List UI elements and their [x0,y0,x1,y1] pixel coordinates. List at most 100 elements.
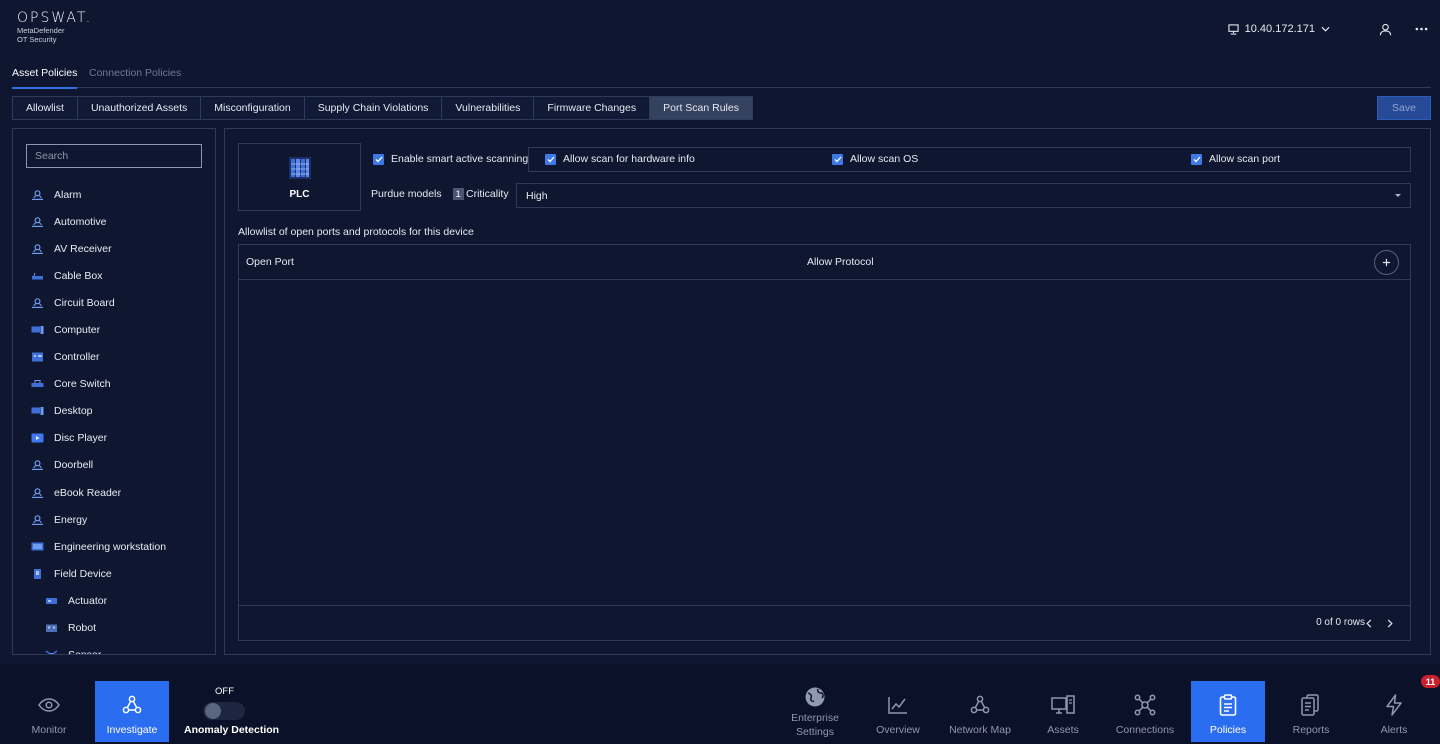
ip-selector[interactable]: 10.40.172.171 [1228,23,1330,35]
list-item-label: Computer [54,324,101,337]
policy-tabs: Asset Policies Connection Policies [12,62,1431,89]
list-item[interactable]: Doorbell [13,452,215,479]
list-item[interactable]: Core Switch [13,371,215,398]
nav-network-map[interactable]: Network Map [943,681,1017,742]
list-item[interactable]: eBook Reader [13,479,215,506]
list-item[interactable]: Circuit Board [13,289,215,316]
anomaly-label: Anomaly Detection [184,724,280,736]
tab-connection-policies[interactable]: Connection Policies [89,67,181,87]
list-item-label: Disc Player [54,432,108,445]
criticality-label: Criticality [466,188,509,200]
anomaly-toggle[interactable] [203,702,245,720]
nav-policies-label: Policies [1209,724,1247,736]
save-button[interactable]: Save [1377,96,1431,120]
list-item-label: Energy [54,513,88,526]
list-item-label: Circuit Board [54,296,115,309]
list-item-label: Alarm [54,188,82,201]
nav-overview-label: Overview [876,724,920,736]
search-input[interactable] [26,144,202,168]
tab-port-scan-rules[interactable]: Port Scan Rules [650,96,753,120]
nav-enterprise-settings[interactable]: Enterprise Settings [778,681,852,742]
os-scan-label: Allow scan OS [850,153,919,165]
nav-assets-label: Assets [1047,724,1079,736]
tab-asset-policies[interactable]: Asset Policies [12,67,78,89]
purdue-models: Purdue models 1 [371,188,464,200]
nav-monitor-label: Monitor [31,724,67,736]
nav-connections-label: Connections [1115,724,1175,736]
tab-firmware-changes[interactable]: Firmware Changes [534,96,651,120]
list-item-label: Doorbell [54,459,94,472]
selected-device-card: PLC [238,143,361,211]
rule-tabs: Allowlist Unauthorized Assets Misconfigu… [12,96,753,120]
port-scan-rules-panel: PLC Enable smart active scanning Allow s… [224,128,1431,655]
toggle-knob [205,703,221,719]
eye-icon [38,693,60,717]
add-row-button[interactable] [1374,250,1399,275]
nav-reports[interactable]: Reports [1274,681,1348,742]
hardware-scan-checkbox[interactable]: Allow scan for hardware info [545,153,695,165]
list-item[interactable]: Field Device [13,560,215,587]
nav-alerts-label: Alerts [1380,724,1408,736]
user-device-icon [31,189,44,200]
brand-name: OPSWAT. [17,10,93,26]
nav-policies[interactable]: Policies [1191,681,1265,742]
list-item-label: Robot [68,622,97,635]
list-item[interactable]: Automotive [13,208,215,235]
port-scan-label: Allow scan port [1209,153,1281,165]
list-item[interactable]: Disc Player [13,425,215,452]
product-line-2: OT Security [17,35,57,44]
opswat-logo[interactable]: OPSWAT. MetaDefender OT Security [17,10,92,44]
field-device-icon [31,568,44,579]
port-scan-checkbox[interactable]: Allow scan port [1191,153,1280,165]
list-item-label: Field Device [54,567,112,580]
list-item[interactable]: Robot [13,615,215,642]
list-item[interactable]: Alarm [13,181,215,208]
next-page-icon[interactable] [1383,616,1397,630]
computer-icon [31,406,44,416]
nav-monitor[interactable]: Monitor [12,681,86,742]
lightning-icon [1385,693,1403,717]
os-scan-checkbox[interactable]: Allow scan OS [832,153,918,165]
smart-scan-label: Enable smart active scanning [391,153,529,165]
checkmark-icon [1191,153,1202,165]
list-item[interactable]: Actuator [13,587,215,614]
clipboard-icon [1219,693,1237,717]
nav-overview[interactable]: Overview [861,681,935,742]
nav-investigate[interactable]: Investigate [95,681,169,742]
globe-icon [804,685,826,709]
user-device-icon [31,487,44,498]
prev-page-icon[interactable] [1362,616,1376,630]
list-item[interactable]: Desktop [13,398,215,425]
checkmark-icon [545,153,556,165]
list-item[interactable]: Energy [13,506,215,533]
list-item[interactable]: Engineering workstation [13,533,215,560]
nav-assets[interactable]: Assets [1026,681,1100,742]
tab-vulnerabilities[interactable]: Vulnerabilities [442,96,535,120]
list-item[interactable]: Sensor [13,642,215,654]
anomaly-state: OFF [215,686,234,697]
list-item-label: Desktop [54,405,93,418]
investigate-icon [122,693,142,717]
tab-misconfiguration[interactable]: Misconfiguration [201,96,305,120]
list-item-label: Sensor [68,649,101,654]
tab-allowlist[interactable]: Allowlist [12,96,78,120]
list-item[interactable]: AV Receiver [13,235,215,262]
nav-connections[interactable]: Connections [1108,681,1182,742]
purdue-value: 1 [452,188,464,200]
more-options-icon[interactable] [1412,20,1430,38]
list-item[interactable]: Controller [13,344,215,371]
nav-alerts[interactable]: Alerts [1357,681,1431,742]
tab-supply-chain-violations[interactable]: Supply Chain Violations [304,96,443,120]
nav-network-map-label: Network Map [949,724,1011,736]
col-open-port: Open Port [246,256,294,268]
ip-address: 10.40.172.171 [1244,23,1315,35]
tab-unauthorized-assets[interactable]: Unauthorized Assets [77,96,202,120]
criticality-select[interactable]: High [516,183,1411,208]
user-icon[interactable] [1376,20,1394,38]
smart-scan-checkbox[interactable]: Enable smart active scanning [373,153,528,165]
enterprise-line-1: Enterprise [791,712,839,724]
list-item[interactable]: Cable Box [13,262,215,289]
list-item[interactable]: Computer [13,316,215,343]
connections-icon [1134,693,1156,717]
user-device-icon [31,216,44,227]
